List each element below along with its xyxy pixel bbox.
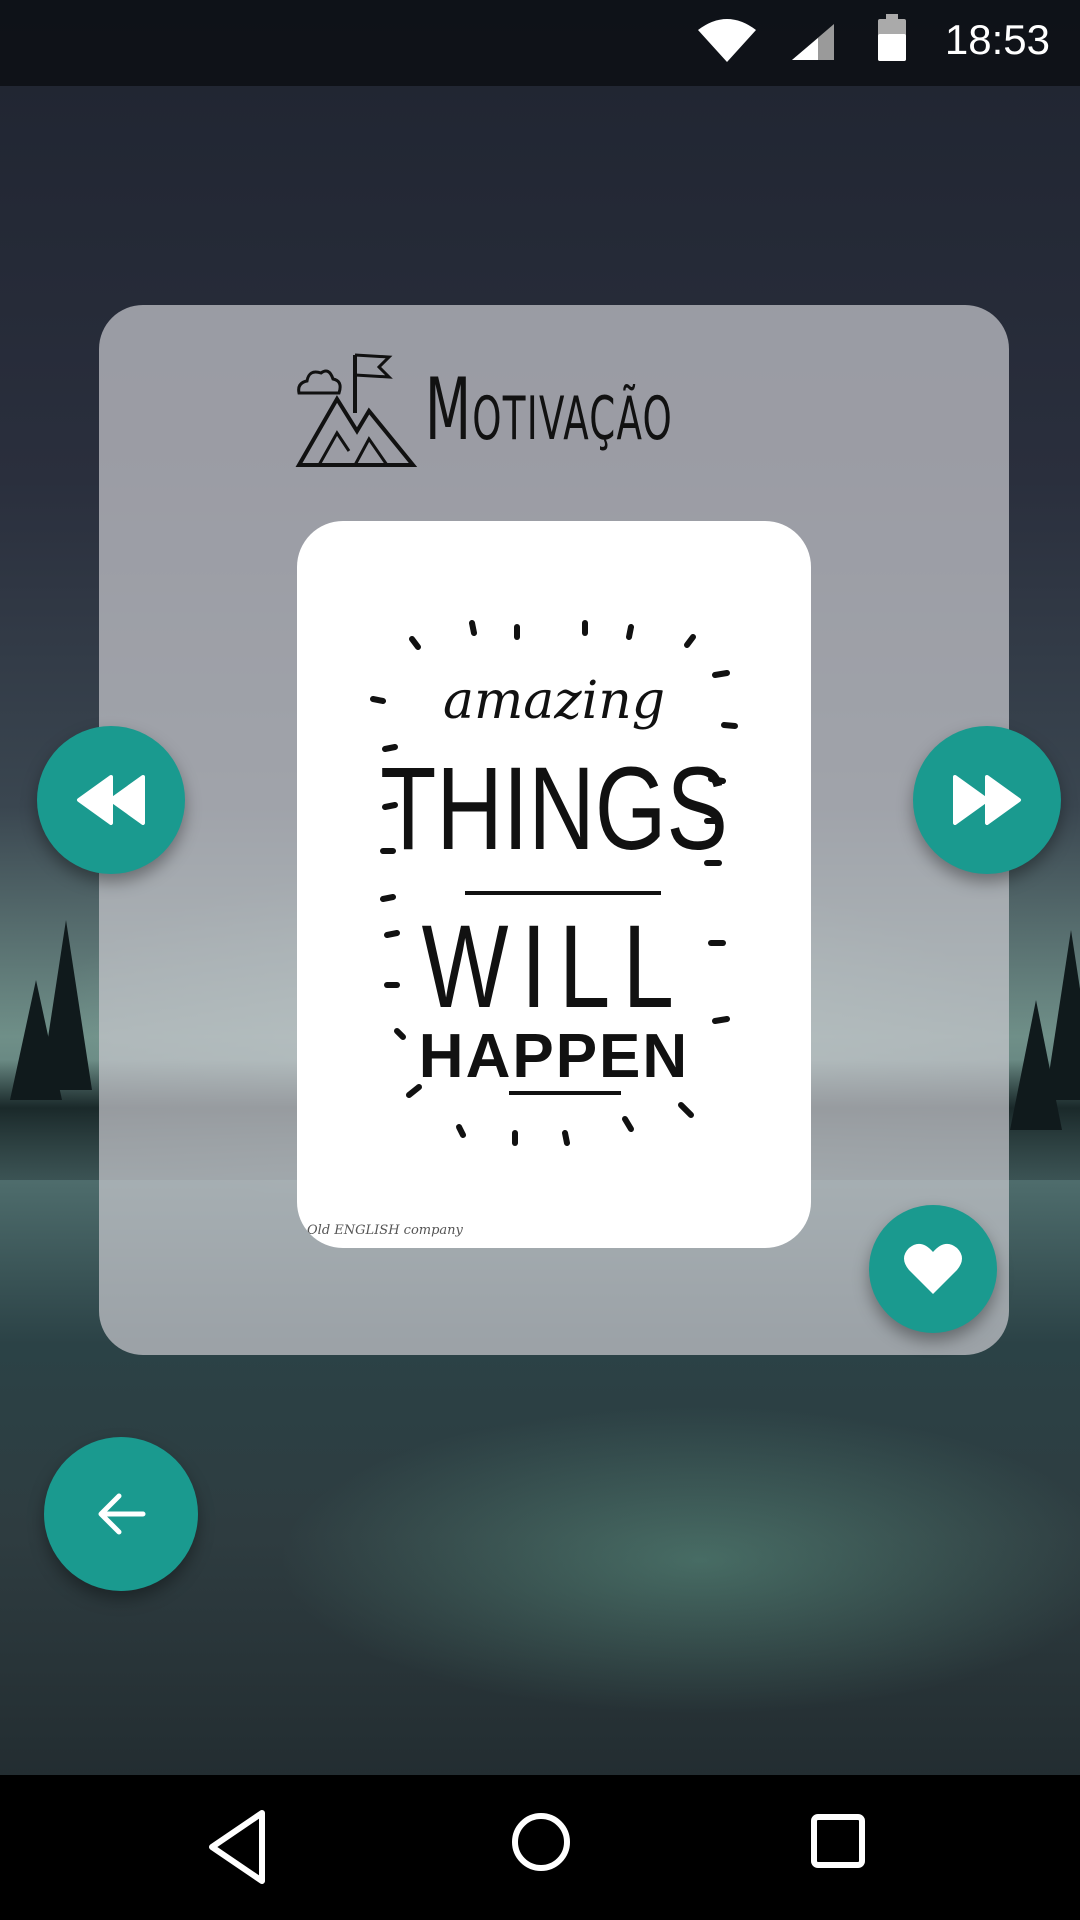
quote-credit: Old ENGLISH company [307, 1223, 463, 1238]
card-title: Motivação [425, 360, 674, 460]
arrow-left-icon [98, 1493, 146, 1535]
nav-home-icon[interactable] [510, 1811, 572, 1873]
battery-icon [878, 14, 906, 61]
wifi-icon [698, 19, 756, 62]
previous-button[interactable] [37, 726, 185, 874]
quote-image: amazing THINGS WILL HAPPEN Old ENGLISH c… [297, 521, 811, 1248]
heart-icon [904, 1243, 962, 1294]
status-time: 18:53 [944, 16, 1050, 63]
nav-recents-icon[interactable] [810, 1813, 866, 1869]
favorite-button[interactable] [869, 1205, 997, 1333]
status-bar: 18:53 [0, 0, 1080, 86]
fast-forward-icon [953, 775, 1021, 825]
next-button[interactable] [913, 726, 1061, 874]
quote-line-will: WILL [421, 901, 687, 1033]
tree-left-small [10, 980, 62, 1100]
navigation-bar [0, 1775, 1080, 1920]
quote-line-amazing: amazing [442, 671, 666, 731]
quote-line-happen: HAPPEN [418, 1022, 690, 1091]
quote-underline-happen [509, 1091, 621, 1095]
nav-back-icon[interactable] [204, 1807, 270, 1887]
back-button[interactable] [44, 1437, 198, 1591]
signal-icon [792, 24, 834, 60]
card-panel: Motivação amazing THINGS WILL HAPPEN Old… [99, 305, 1009, 1355]
quote-line-things: THINGS [380, 743, 728, 875]
card-header: Motivação [99, 345, 1009, 475]
tree-right-tall [1045, 930, 1080, 1100]
decorative-dashes [370, 620, 738, 1146]
mountain-flag-icon [295, 353, 418, 467]
rewind-icon [77, 775, 145, 825]
quote-underline-things [465, 891, 661, 895]
